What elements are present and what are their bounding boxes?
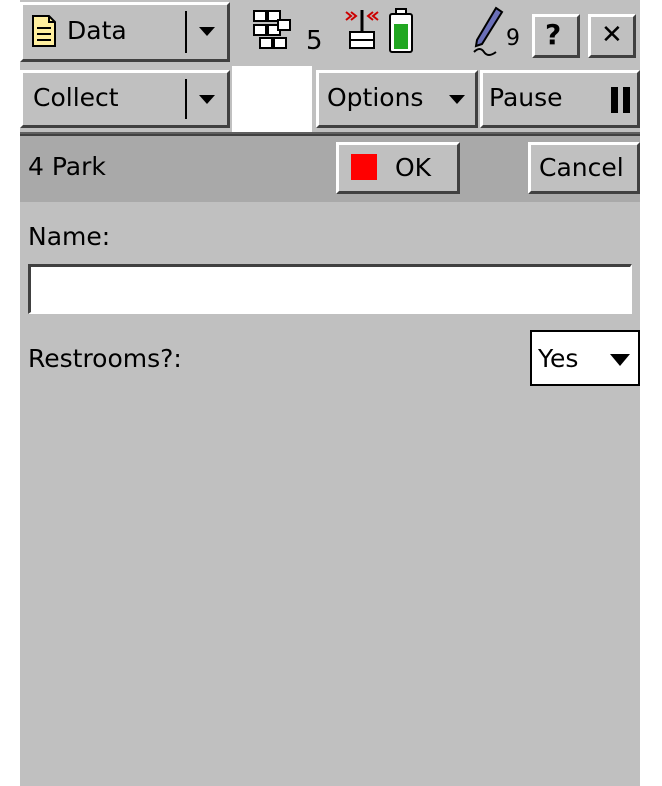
device-screen: Data 5 9 ? ✕ Collect Options Pause 4 Par… <box>20 0 640 786</box>
cancel-button[interactable]: Cancel <box>528 142 640 194</box>
document-icon <box>31 15 57 51</box>
red-square-icon <box>351 154 377 180</box>
help-button[interactable]: ? <box>532 14 580 58</box>
pause-icon <box>611 87 631 113</box>
form-body: Name: Restrooms?: Yes <box>20 202 640 786</box>
pause-label: Pause <box>489 83 563 112</box>
ok-button[interactable]: OK <box>336 142 460 194</box>
title-bar: Data 5 9 ? ✕ <box>20 0 640 68</box>
chevron-down-icon <box>199 95 215 104</box>
dropdown-divider <box>185 79 187 119</box>
pen-icon[interactable] <box>472 6 506 60</box>
collect-label: Collect <box>33 83 119 112</box>
pause-button[interactable]: Pause <box>480 70 640 128</box>
close-icon: ✕ <box>601 20 623 50</box>
battery-icon <box>388 8 414 58</box>
name-label: Name: <box>28 222 111 251</box>
dropdown-divider <box>185 11 187 53</box>
chevron-down-icon <box>610 354 630 366</box>
form-header: 4 Park OK Cancel <box>20 134 640 204</box>
restrooms-select[interactable]: Yes <box>530 330 640 386</box>
data-menu-label: Data <box>67 16 127 45</box>
help-label: ? <box>545 18 562 51</box>
form-title: 4 Park <box>28 152 106 181</box>
restrooms-label: Restrooms?: <box>28 344 182 373</box>
options-label: Options <box>327 83 424 112</box>
name-field[interactable] <box>28 264 632 314</box>
options-button[interactable]: Options <box>316 70 478 128</box>
satellite-count: 5 <box>306 26 323 56</box>
close-button[interactable]: ✕ <box>588 14 636 58</box>
satellite-icon[interactable] <box>252 8 296 60</box>
ok-label: OK <box>395 153 432 182</box>
restrooms-value: Yes <box>538 344 579 373</box>
collect-dropdown[interactable]: Collect <box>20 70 230 128</box>
antenna-icon[interactable] <box>342 6 382 58</box>
data-menu-button[interactable]: Data <box>20 2 230 62</box>
command-bar: Collect Options Pause <box>20 66 640 134</box>
cancel-label: Cancel <box>539 153 624 182</box>
chevron-down-icon <box>449 95 465 104</box>
pen-count: 9 <box>506 26 520 51</box>
chevron-down-icon <box>199 27 215 36</box>
blank-area <box>232 66 312 132</box>
